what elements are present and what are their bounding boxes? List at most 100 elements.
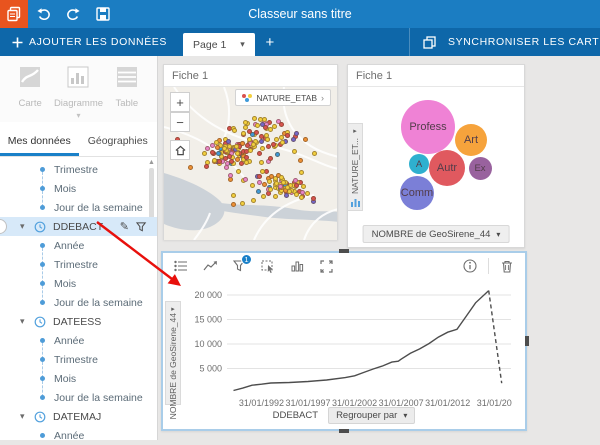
- save-button[interactable]: [88, 0, 118, 28]
- tree-subfield-année[interactable]: Année: [0, 331, 157, 359]
- map-point[interactable]: [261, 193, 267, 199]
- group-by-button[interactable]: Regrouper par ▾: [328, 407, 416, 424]
- map-point[interactable]: [259, 138, 265, 144]
- resize-handle-right[interactable]: [525, 336, 529, 346]
- zoom-out-button[interactable]: −: [170, 112, 190, 132]
- bubble-chart-card[interactable]: Fiche 1 ▸ NATURE_ET... Profess Art A Autr Ex…: [347, 64, 525, 248]
- tree-subfield-trimestre[interactable]: Trimestre: [0, 160, 157, 188]
- map-point[interactable]: [272, 194, 278, 200]
- tree-subfield-jour-de-la-semaine[interactable]: Jour de la semaine: [0, 293, 157, 312]
- map-point[interactable]: [204, 164, 210, 170]
- map-point[interactable]: [298, 170, 304, 176]
- drag-handle[interactable]: [0, 219, 7, 234]
- map-point[interactable]: [267, 155, 273, 161]
- chevron-down-icon[interactable]: ▾: [76, 112, 80, 120]
- map-point[interactable]: [232, 128, 238, 134]
- caret-down-icon[interactable]: ▾: [20, 411, 34, 422]
- card-filter-button[interactable]: 1: [231, 254, 252, 274]
- tree-field-dateess[interactable]: ▾ DATEESS: [0, 312, 157, 331]
- map-point[interactable]: [228, 172, 234, 178]
- tree-subfield-jour-de-la-semaine[interactable]: Jour de la semaine: [0, 198, 157, 217]
- chart-type-button[interactable]: [202, 258, 218, 274]
- map-point[interactable]: [268, 127, 274, 133]
- map-point[interactable]: [256, 179, 262, 185]
- tree-field-datemaj[interactable]: ▾ DATEMAJ: [0, 407, 157, 426]
- map-point[interactable]: [260, 168, 266, 174]
- map-point[interactable]: [305, 191, 311, 197]
- series-count-by-date[interactable]: [233, 290, 490, 392]
- caret-down-icon[interactable]: ▾: [20, 316, 34, 327]
- map-point[interactable]: [256, 151, 262, 157]
- selection-button[interactable]: [260, 258, 276, 274]
- map-point[interactable]: [250, 141, 256, 147]
- map-point[interactable]: [224, 165, 230, 171]
- undo-button[interactable]: [28, 0, 58, 28]
- legend-button[interactable]: [173, 258, 189, 274]
- map-point[interactable]: [240, 130, 246, 136]
- map-card[interactable]: Fiche 1 + − NATURE_ETAB ›: [163, 64, 338, 240]
- bubble-a[interactable]: A: [409, 154, 429, 174]
- tree-subfield-jour-de-la-semaine[interactable]: Jour de la semaine: [0, 388, 157, 407]
- map-point[interactable]: [202, 150, 208, 156]
- bubble-ex[interactable]: Ex: [468, 156, 492, 180]
- map-point[interactable]: [279, 140, 285, 146]
- delete-card-button[interactable]: [499, 258, 515, 274]
- resize-handle-top[interactable]: [339, 249, 349, 253]
- map-point[interactable]: [246, 128, 252, 134]
- line-chart-card[interactable]: 1 ▸ NOMBRE de GeoSirene_44 20 000 15 000…: [161, 249, 529, 433]
- redo-button[interactable]: [58, 0, 88, 28]
- duplicate-button[interactable]: [410, 35, 448, 49]
- map-point[interactable]: [242, 177, 248, 183]
- map-point[interactable]: [299, 194, 305, 200]
- tab-géographies[interactable]: Géographies: [79, 130, 158, 156]
- create-carte-button[interactable]: Carte: [6, 66, 54, 118]
- zoom-in-button[interactable]: +: [170, 92, 190, 112]
- map-point[interactable]: [293, 182, 299, 188]
- map-point[interactable]: [268, 187, 274, 193]
- bubble-measure-button[interactable]: NOMBRE de GeoSirene_44 ▾: [362, 225, 510, 243]
- page-tab[interactable]: Page 1 ▾: [183, 33, 255, 56]
- line-chart-plot[interactable]: 20 00015 00010 0005 00031/01/1992 31/01/1…: [181, 281, 521, 413]
- map-point[interactable]: [290, 137, 296, 143]
- map-point[interactable]: [268, 174, 274, 180]
- map-point[interactable]: [251, 197, 257, 203]
- map-point[interactable]: [235, 156, 241, 162]
- map-point[interactable]: [259, 121, 265, 127]
- filter-icon[interactable]: [136, 221, 147, 232]
- map-point[interactable]: [292, 148, 298, 154]
- chevron-expand-icon[interactable]: ▸: [171, 305, 175, 313]
- map-point[interactable]: [255, 123, 261, 129]
- bubble-comm[interactable]: Comm: [400, 176, 434, 210]
- bubble-autr[interactable]: Autr: [429, 150, 465, 186]
- map-point[interactable]: [235, 168, 241, 174]
- tree-subfield-année[interactable]: Année: [0, 426, 157, 445]
- map-point[interactable]: [264, 136, 270, 142]
- add-data-button[interactable]: AJOUTER LES DONNÉES: [0, 28, 179, 56]
- chart-measure-side-tab[interactable]: ▸ NOMBRE de GeoSirene_44: [165, 301, 181, 419]
- map-point[interactable]: [256, 189, 262, 195]
- home-button[interactable]: [170, 140, 190, 160]
- tree-subfield-année[interactable]: Année: [0, 236, 157, 264]
- map-point[interactable]: [188, 164, 194, 170]
- new-page-button[interactable]: +: [255, 28, 285, 56]
- map-point[interactable]: [297, 158, 303, 164]
- tree-subfield-mois[interactable]: Mois: [0, 369, 157, 397]
- map-point[interactable]: [239, 200, 245, 206]
- map-point[interactable]: [221, 146, 227, 152]
- tree-subfield-trimestre[interactable]: Trimestre: [0, 350, 157, 378]
- insights-logo[interactable]: [0, 0, 28, 28]
- map-point[interactable]: [279, 121, 285, 127]
- create-diagramme-button[interactable]: Diagramme ▾: [54, 66, 103, 120]
- map-point[interactable]: [248, 148, 254, 154]
- maximize-button[interactable]: [318, 258, 334, 274]
- map-point[interactable]: [293, 131, 299, 136]
- caret-down-icon[interactable]: ▾: [20, 221, 34, 232]
- bubble-profess[interactable]: Profess: [401, 100, 455, 154]
- map-point[interactable]: [251, 115, 257, 121]
- map-point[interactable]: [228, 159, 234, 164]
- series-incomplete-tail[interactable]: [488, 290, 503, 384]
- map-point[interactable]: [235, 150, 241, 156]
- map-point[interactable]: [266, 179, 272, 185]
- create-table-button[interactable]: Table: [103, 66, 151, 118]
- map-point[interactable]: [311, 195, 317, 201]
